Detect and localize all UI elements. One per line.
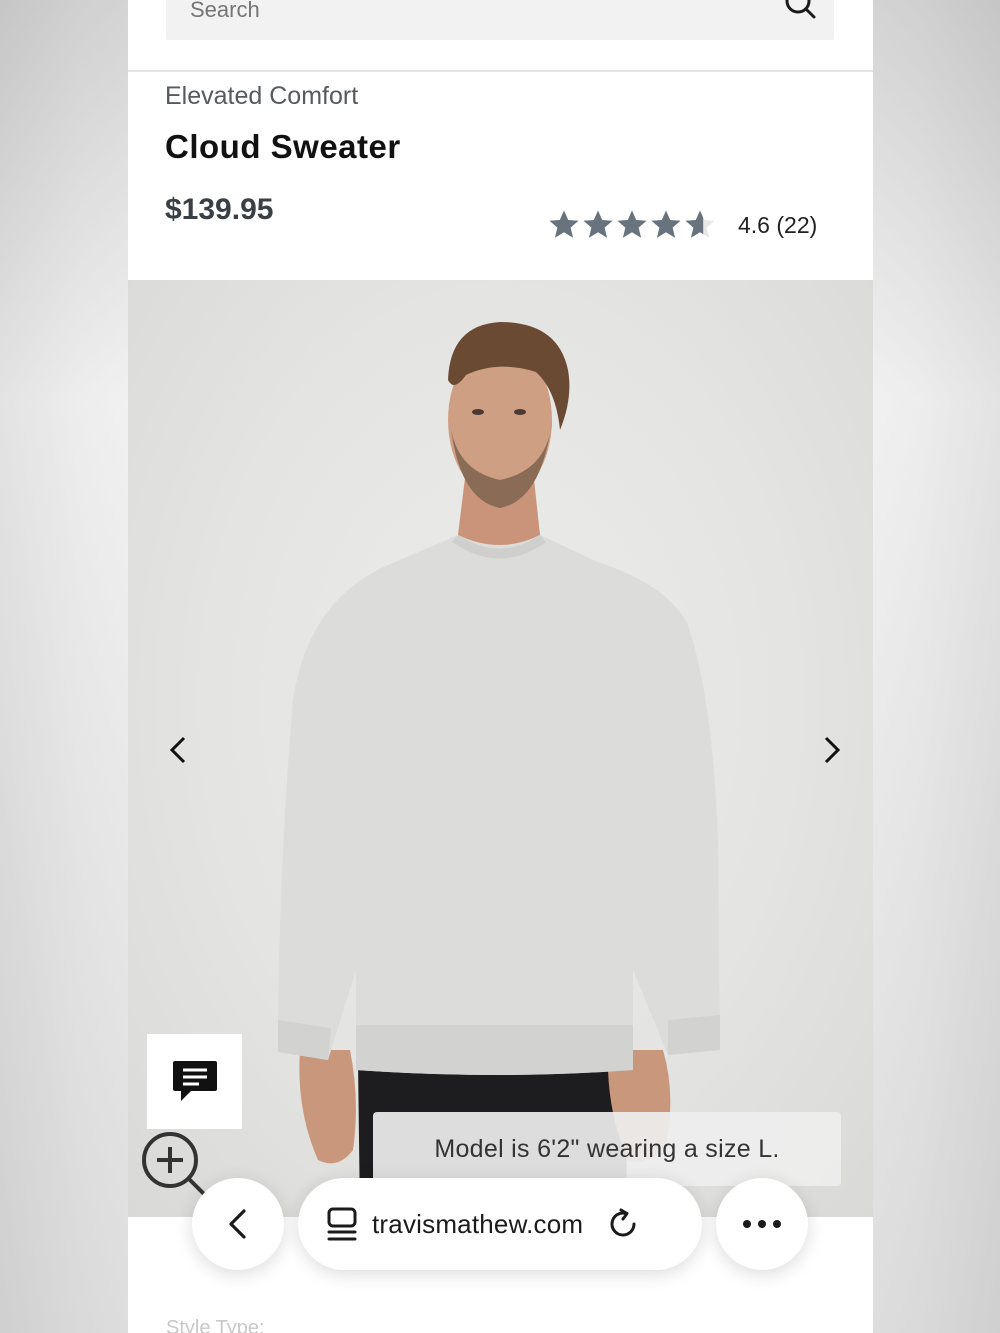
- browser-url: travismathew.com: [372, 1208, 584, 1239]
- browser-address-bar[interactable]: travismathew.com: [298, 1178, 702, 1270]
- product-price: $139.95: [165, 193, 274, 226]
- previous-image-button[interactable]: [158, 730, 198, 770]
- rating-stars: [548, 209, 716, 241]
- star-icon: [685, 210, 715, 238]
- browser-more-button[interactable]: [716, 1178, 808, 1270]
- more-icon: [743, 1220, 781, 1228]
- page-viewport: Elevated Comfort Cloud Sweater $139.95 4…: [128, 0, 873, 1333]
- product-image-gallery[interactable]: Model is 6'2" wearing a size L.: [128, 280, 873, 1217]
- style-type-label: Style Type:: [166, 1317, 265, 1333]
- product-rating[interactable]: 4.6 (22): [548, 205, 817, 245]
- star-icon: [583, 210, 613, 238]
- background-left: [0, 0, 128, 1333]
- zoom-in-icon[interactable]: [138, 1128, 208, 1198]
- search-input[interactable]: [190, 0, 750, 30]
- product-title: Cloud Sweater: [165, 128, 401, 165]
- background-right: [872, 0, 1000, 1333]
- search-bar: [128, 0, 873, 72]
- back-icon: [229, 1209, 246, 1239]
- chat-icon: [172, 1060, 217, 1101]
- reload-icon[interactable]: [607, 1207, 641, 1241]
- product-eyebrow: Elevated Comfort: [165, 82, 359, 110]
- browser-back-button[interactable]: [192, 1178, 284, 1270]
- star-icon: [651, 210, 681, 238]
- star-icon: [617, 210, 647, 238]
- search-icon[interactable]: [782, 0, 818, 22]
- tabs-icon: [327, 1207, 357, 1241]
- star-icon: [549, 210, 579, 238]
- chat-button[interactable]: [147, 1034, 242, 1129]
- rating-text: 4.6 (22): [738, 211, 818, 238]
- next-image-button[interactable]: [812, 730, 852, 770]
- model-size-caption: Model is 6'2" wearing a size L.: [373, 1112, 841, 1186]
- search-box[interactable]: [166, 0, 834, 40]
